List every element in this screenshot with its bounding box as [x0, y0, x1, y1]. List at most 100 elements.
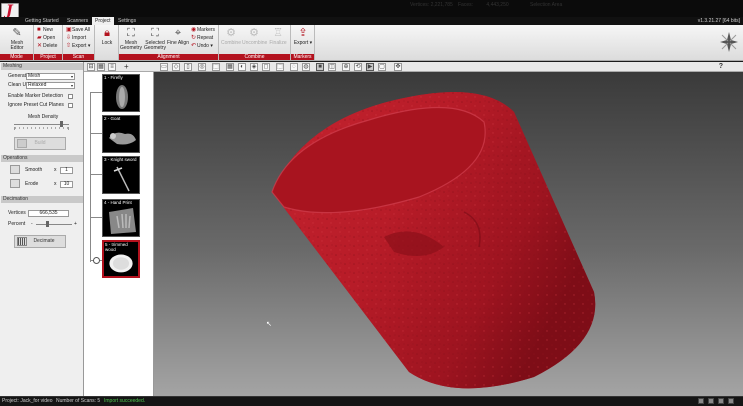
mesh-editor-button[interactable]: ✎ Mesh Editor [4, 27, 30, 51]
view-perspective-icon[interactable]: ⬚ [212, 63, 220, 71]
export-button[interactable]: ⇧Export ▾ [66, 43, 90, 50]
erode-stepper[interactable]: 10 [60, 181, 73, 188]
import-button[interactable]: ⇩Import [66, 35, 86, 42]
generate-select[interactable]: Mesh ▾ [26, 73, 75, 80]
view-iso-icon[interactable]: ◇ [172, 63, 180, 71]
status-scans: Number of Scans: 5 [56, 397, 100, 405]
help-icon[interactable]: ? [719, 62, 723, 72]
view-top-icon[interactable]: ◎ [198, 63, 206, 71]
percent-plus[interactable]: + [74, 221, 77, 228]
texture-icon[interactable]: ◈ [250, 63, 258, 71]
vertices-label: Vertices [8, 210, 26, 216]
align-repeat-button[interactable]: ↻Repeat [191, 35, 213, 42]
add-icon[interactable]: + [124, 62, 129, 72]
mesh-geometry-button[interactable]: ⛶ Mesh Geometry [120, 27, 142, 51]
selected-geometry-button[interactable]: ⛶ Selected Geometry [143, 27, 167, 51]
cut-planes-checkbox[interactable] [68, 103, 73, 108]
build-button[interactable]: Build [14, 137, 66, 150]
open-project-button[interactable]: ▰Open [37, 35, 55, 42]
meshing-header: Meshing [1, 63, 83, 70]
uncombine-button[interactable]: ⚙ Uncombine [242, 27, 267, 51]
frame-icon[interactable]: ▢ [378, 63, 386, 71]
markers-export-label: Export [293, 40, 309, 46]
scan-card-5[interactable]: 5 - trimmed wood [102, 240, 140, 278]
erode-button[interactable]: Erode [10, 179, 38, 189]
status-message: Import succeeded. [104, 398, 146, 404]
wireframe-icon[interactable]: ▦ [226, 63, 234, 71]
lock-button[interactable]: 🔒︎ Lock [96, 27, 118, 51]
percent-slider[interactable] [45, 221, 49, 227]
view-side-icon[interactable]: ▯ [184, 63, 192, 71]
view-front-icon[interactable]: ▭ [160, 63, 168, 71]
tab-project[interactable]: Project [92, 17, 114, 25]
align-undo-button[interactable]: ↶Undo ▾ [191, 43, 213, 50]
status-keyboard-icon[interactable] [718, 398, 724, 404]
3d-viewport[interactable] [154, 72, 743, 396]
marker-detection-checkbox[interactable] [68, 94, 73, 99]
fine-align-button[interactable]: ⌖ Fine Align [167, 27, 189, 51]
operations-header: Operations [1, 155, 83, 162]
erode-label: Erode [25, 181, 39, 187]
zoom-fit-icon[interactable]: ⊟ [87, 63, 95, 71]
save-all-button[interactable]: ▣Save All [66, 27, 90, 34]
delete-label: Delete [43, 43, 58, 49]
vertices-input[interactable]: 666,535 [28, 210, 69, 217]
rotate-icon[interactable]: ⟲ [354, 63, 362, 71]
decimate-button[interactable]: Decimate [14, 235, 66, 248]
mesh-density-label: Mesh Density [28, 114, 59, 120]
selection-area-label: Selection Area [530, 2, 563, 8]
delete-project-button[interactable]: ✕Delete [37, 43, 57, 50]
scan-card-2[interactable]: 2 - Goat [102, 115, 140, 153]
tree-branch [90, 174, 102, 175]
move-icon[interactable]: ✥ [394, 63, 402, 71]
status-scans-count: 5 [97, 398, 101, 404]
align-markers-button[interactable]: ◉Markers [191, 27, 215, 34]
expand-node-icon[interactable] [93, 257, 100, 264]
tab-settings[interactable]: Settings [115, 17, 139, 25]
group-label-mode: Mode [0, 54, 33, 60]
status-monitor-icon[interactable] [698, 398, 704, 404]
clean-up-value: Relaxed [28, 82, 47, 88]
tree-branch [90, 133, 102, 134]
select-icon[interactable]: ⬚ [276, 63, 284, 71]
group-project: ■ New ▰Open ✕Delete Project [34, 25, 63, 60]
open-label: Open [43, 35, 56, 41]
list-icon[interactable]: ≡ [108, 63, 116, 71]
combine-button[interactable]: ⚙ Combine [220, 27, 242, 51]
invert-selection-icon[interactable]: ◫ [328, 63, 336, 71]
status-window-icon[interactable] [708, 398, 714, 404]
export-label: Export [72, 43, 87, 49]
scan-card-4[interactable]: 4 - Hand Print [102, 199, 140, 237]
clean-up-select[interactable]: Relaxed ▾ [26, 82, 75, 89]
finalize-icon: ♖ [273, 27, 283, 39]
play-icon[interactable]: ▶ [366, 63, 374, 71]
erode-x: x [54, 181, 57, 187]
tab-scanners[interactable]: Scanners [64, 17, 91, 25]
clear-selection-icon[interactable]: ⊕ [342, 63, 350, 71]
scan-card-3[interactable]: 3 - Knight sword [102, 156, 140, 194]
finalize-button[interactable]: ♖ Finalize [267, 27, 289, 51]
status-project-label: Project: [2, 398, 19, 404]
status-settings-icon[interactable] [728, 398, 734, 404]
percent-minus[interactable]: - [31, 221, 33, 228]
lock-label: Lock [101, 40, 113, 46]
align-repeat-label: Repeat [197, 35, 214, 41]
new-project-button[interactable]: ■ New [37, 27, 53, 34]
mesh-geometry-icon: ⛶ [127, 27, 135, 39]
shading-icon[interactable]: ◐ [238, 63, 246, 71]
smooth-button[interactable]: Smooth [10, 165, 42, 175]
tab-getting-started[interactable]: Getting Started [22, 17, 62, 25]
markers-export-button[interactable]: ⇪ Export ▾ [292, 27, 314, 51]
grid-icon[interactable]: ▦ [97, 63, 105, 71]
scan-card-1[interactable]: 1 - Firefly [102, 74, 140, 112]
group-label-alignment: Alignment [119, 54, 218, 60]
brush-icon[interactable]: ◍ [302, 63, 310, 71]
smooth-stepper[interactable]: 1 [60, 167, 73, 174]
select-all-icon[interactable]: ■ [316, 63, 324, 71]
group-lock: 🔒︎ Lock [95, 25, 119, 60]
lasso-icon[interactable]: ◌ [290, 63, 298, 71]
group-alignment: ⛶ Mesh Geometry ⛶ Selected Geometry ⌖ Fi… [119, 25, 219, 60]
tree-trunk [90, 92, 91, 262]
smooth-label: Smooth [25, 167, 43, 173]
camera-icon[interactable]: ◻ [262, 63, 270, 71]
